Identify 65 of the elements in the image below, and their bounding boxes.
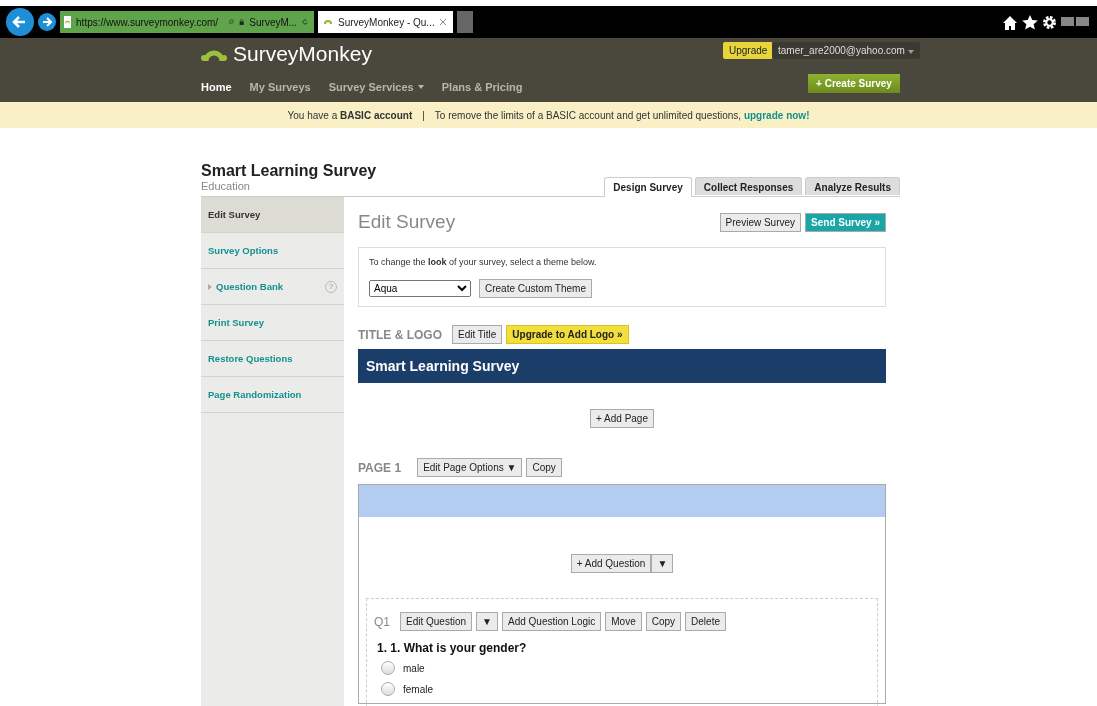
add-page-button[interactable]: + Add Page (590, 409, 654, 428)
question-action-button[interactable]: Move (605, 612, 642, 631)
tab[interactable]: Design Survey (604, 177, 692, 197)
new-tab-button[interactable] (456, 11, 473, 33)
add-question-button[interactable]: + Add Question (570, 554, 652, 573)
theme-select[interactable]: Aqua (369, 280, 471, 297)
option-label: female (403, 683, 433, 695)
add-menu-button[interactable]: ▼ (651, 554, 674, 573)
separator: | (422, 109, 425, 121)
theme-hint: To change the look of your survey, select a theme below. (369, 257, 598, 267)
question-number: Q1 (374, 614, 390, 629)
caret-icon (907, 50, 914, 54)
question-action-button[interactable]: ▼ (476, 612, 498, 631)
forward-icon[interactable] (38, 13, 56, 31)
question-action-button[interactable]: Add Question Logic (501, 612, 602, 631)
sidebar-label: Edit Survey (208, 209, 261, 220)
page-label: PAGE 1 (358, 460, 402, 475)
question-text: 1. 1. What is your gender? (377, 641, 528, 655)
address-bar[interactable]: https://www.surveymonkey.com/ SurveyM... (60, 11, 314, 33)
tab[interactable]: Collect Responses (694, 177, 803, 195)
upgrade-message: To remove the limits of a BASIC account and get unlimited questions, upgrade now! (434, 109, 810, 121)
logo-text[interactable]: SurveyMonkey (233, 42, 372, 66)
refresh-icon[interactable] (302, 17, 308, 27)
nav-link[interactable]: Home (201, 81, 232, 93)
sidebar-label: Print Survey (208, 317, 264, 328)
page-options-button[interactable]: Edit Page Options ▼ (417, 458, 523, 477)
page-heading: Edit Survey (358, 211, 456, 233)
sidebar-label: Question Bank (216, 281, 284, 292)
close-icon[interactable] (438, 18, 447, 26)
nav-link[interactable]: Survey Services (328, 81, 424, 93)
radio-button[interactable] (381, 682, 395, 696)
copy-button[interactable]: Copy (526, 458, 562, 477)
site-name: SurveyM... (249, 16, 298, 28)
survey-title: Smart Learning Survey (201, 162, 377, 180)
home-icon[interactable] (1002, 14, 1018, 30)
preview-button[interactable]: Preview Survey (719, 212, 802, 232)
sidebar-item[interactable]: Edit Survey (201, 197, 344, 233)
star-icon[interactable] (1022, 14, 1038, 30)
survey-title-banner: Smart Learning Survey (358, 349, 886, 383)
nav-link[interactable]: Plans & Pricing (441, 81, 523, 93)
expand-icon (208, 283, 212, 290)
upgrade-button[interactable]: Upgrade (723, 42, 774, 59)
sidebar-label: Restore Questions (208, 353, 293, 364)
option-label: male (403, 662, 425, 674)
radio-button[interactable] (381, 661, 395, 675)
custom-theme-button[interactable]: Create Custom Theme (479, 279, 592, 298)
window-controls-icon[interactable] (1061, 17, 1091, 27)
question-action-button[interactable]: Delete (685, 612, 726, 631)
settings-icon[interactable] (1042, 14, 1057, 30)
question-action-button[interactable]: Edit Question (400, 612, 473, 631)
site-icon (64, 16, 72, 28)
question-action-button[interactable]: Copy (645, 612, 682, 631)
add-logo-button[interactable]: Upgrade to Add Logo » (506, 325, 629, 344)
account-notice: You have a BASIC account (287, 109, 413, 121)
lock-icon (239, 17, 245, 27)
browser-tab[interactable]: SurveyMonkey - Qu... (318, 11, 453, 33)
sidebar-label: Page Randomization (208, 389, 302, 400)
tab[interactable]: Analyze Results (805, 177, 900, 195)
nav-link[interactable]: My Surveys (249, 81, 311, 93)
section-label: TITLE & LOGO (358, 327, 442, 342)
back-icon[interactable] (6, 8, 34, 36)
survey-category: Education (201, 180, 251, 192)
edit-title-button[interactable]: Edit Title (452, 325, 503, 344)
account-menu[interactable]: tamer_are2000@yahoo.com (772, 42, 920, 59)
sidebar-label: Survey Options (208, 245, 279, 256)
